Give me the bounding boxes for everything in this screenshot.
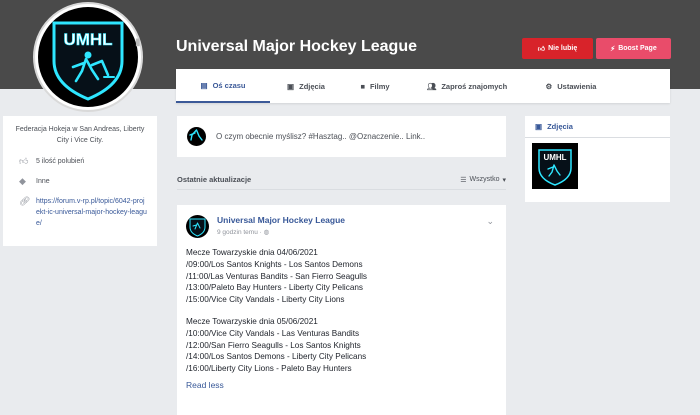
tab-label: Oś czasu [212,80,246,90]
post-line: /12:00/San Fierro Seagulls - Los Santos … [186,340,361,350]
recent-updates-title: Ostatnie aktualizacje [177,175,252,184]
page-title: Universal Major Hockey League [176,38,417,55]
post-spacer [186,306,497,316]
link-row: 🔗︎ https://forum.v-rp.pl/topic/6042-proj… [9,196,151,229]
boost-icon: ⚡︎ [610,45,616,53]
link-icon: 🔗︎ [19,196,31,206]
video-icon: ■ [360,81,365,91]
post-line: /11:00/Las Venturas Bandits - San Fierro… [186,271,367,281]
tab-label: Filmy [369,81,390,91]
tab-videos[interactable]: ■ Filmy [342,69,408,103]
category-row: ◆ Inne [9,176,151,187]
post-body: Mecze Towarzyskie dnia 04/06/2021 /09:00… [186,247,497,375]
thumbs-up-icon: 👍︎ [19,156,29,166]
post-composer[interactable]: O czym obecnie myślisz? #Hasztag.. @Ozna… [177,116,506,157]
boost-button-label: Boost Page [618,45,657,52]
page-description: Federacja Hokeja w San Andreas, Liberty … [15,126,145,144]
page-nav: ▤ Oś czasu ▣ Zdjęcia ■ Filmy 👥︎ Zaproś z… [176,69,670,103]
tag-icon: ◆ [19,176,26,186]
tab-invite-friends[interactable]: 👥︎ Zaproś znajomych [408,69,526,103]
category-text: Inne [36,178,50,185]
logo-text: UMHL [63,30,112,49]
post-line: /13:00/Paleto Bay Hunters - Liberty City… [186,283,364,293]
divider [525,137,670,138]
post-line: /10:00/Vice City Vandals - Las Venturas … [186,328,360,338]
read-less-link[interactable]: Read less [186,380,497,390]
post-time-text: 9 godzin temu · [217,229,264,236]
photo-thumbnail[interactable]: UMHL [532,143,578,189]
filter-label: Wszystko [469,176,500,183]
tab-label: Zdjęcia [299,81,325,91]
list-icon: ☰ [460,176,467,184]
composer-placeholder[interactable]: O czym obecnie myślisz? #Hasztag.. @Ozna… [216,132,425,141]
post-line: Mecze Towarzyskie dnia 04/06/2021 [186,248,318,257]
invite-icon: 👥︎ [426,81,437,91]
caret-down-icon: ▾ [502,176,506,184]
post-line: /09:00/Los Santos Knights - Los Santos D… [186,259,363,269]
post-author[interactable]: Universal Major Hockey League [217,215,345,225]
settings-icon: ⚙︎ [545,81,553,91]
tab-photos[interactable]: ▣ Zdjęcia [270,69,342,103]
tab-label: Zaproś znajomych [441,81,508,91]
photos-icon: ▣ [535,122,543,131]
filter-dropdown[interactable]: ☰ Wszystko ▾ [460,176,506,184]
tab-label: Ustawienia [557,81,597,91]
thumbs-up-icon: 👍︎ [537,46,546,53]
post-line: Mecze Towarzyskie dnia 05/06/2021 [186,316,318,326]
unlike-button[interactable]: 👍︎ Nie lubię [522,38,593,59]
tab-settings[interactable]: ⚙︎ Ustawienia [526,69,616,103]
feed-post: Universal Major Hockey League 9 godzin t… [177,205,506,415]
likes-count: 5 ilość polubień [36,158,85,165]
photos-panel: ▣ Zdjęcia UMHL [525,116,670,202]
likes-row: 👍︎ 5 ilość polubień [9,156,151,167]
website-link[interactable]: https://forum.v-rp.pl/topic/6042-projekt… [36,196,148,229]
profile-picture[interactable]: UMHL [33,2,143,112]
photos-panel-title: Zdjęcia [547,122,573,131]
about-panel: Federacja Hokeja w San Andreas, Liberty … [3,116,157,246]
tab-timeline[interactable]: ▤ Oś czasu [176,69,270,103]
boost-page-button[interactable]: ⚡︎ Boost Page [596,38,671,59]
post-timestamp: 9 godzin temu · ◍ [217,228,345,236]
chevron-down-icon[interactable]: ⌄ [486,216,494,227]
timeline-icon: ▤ [200,80,208,90]
post-line: /14:00/Los Santos Demons - Liberty City … [186,352,367,362]
post-line: /16:00/Liberty City Lions - Paleto Bay H… [186,364,352,374]
globe-icon: ◍ [263,229,270,236]
page-logo: UMHL [38,7,138,107]
recent-updates-header: Ostatnie aktualizacje ☰ Wszystko ▾ [177,170,506,190]
post-line: /15:00/Vice City Vandals - Liberty City … [186,295,345,305]
post-header: Universal Major Hockey League 9 godzin t… [186,215,497,238]
photos-icon: ▣ [287,81,295,91]
unlike-button-label: Nie lubię [548,45,578,52]
thumb-logo-text: UMHL [543,153,566,162]
photos-panel-header[interactable]: ▣ Zdjęcia [535,122,660,131]
camera-icon[interactable]: ▮ [135,37,141,48]
composer-avatar [187,127,206,146]
post-avatar[interactable] [186,215,209,238]
